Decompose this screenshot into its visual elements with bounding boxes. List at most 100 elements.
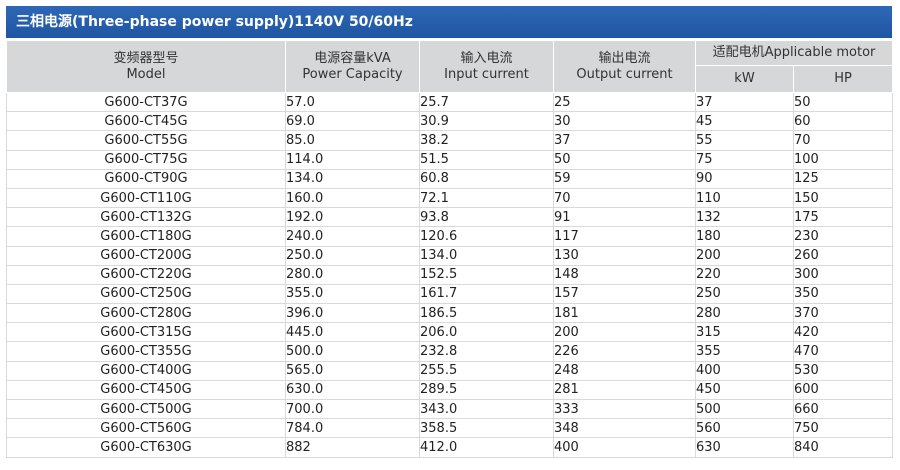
cell-model: G600-CT315G: [6, 322, 286, 343]
header-model-cn: 变频器型号: [113, 50, 179, 66]
cell-motor-hp: 750: [793, 418, 893, 439]
cell-model: G600-CT45G: [6, 111, 286, 132]
cell-motor-hp: 420: [793, 322, 893, 343]
cell-motor-kw: 90: [695, 169, 794, 189]
table-row: G600-CT500G 700.0 343.0 333 500 660: [6, 399, 893, 420]
header-input: 输入电流 Input current: [419, 40, 554, 93]
cell-output-current: 148: [553, 265, 696, 285]
cell-capacity: 240.0: [285, 226, 420, 247]
cell-capacity: 192.0: [285, 207, 420, 228]
cell-motor-hp: 70: [793, 130, 893, 151]
header-output: 输出电流 Output current: [553, 40, 696, 93]
cell-capacity: 57.0: [285, 92, 420, 113]
cell-capacity: 134.0: [285, 169, 420, 189]
table-row: G600-CT132G 192.0 93.8 91 132 175: [6, 207, 893, 228]
cell-model: G600-CT37G: [6, 92, 286, 113]
cell-motor-kw: 560: [695, 418, 794, 439]
cell-motor-hp: 230: [793, 226, 893, 247]
cell-input-current: 186.5: [419, 303, 554, 324]
cell-input-current: 412.0: [419, 437, 554, 458]
cell-motor-kw: 400: [695, 361, 794, 381]
cell-output-current: 181: [553, 303, 696, 324]
spec-sheet: 三相电源(Three-phase power supply)1140V 50/6…: [0, 0, 900, 470]
cell-model: G600-CT400G: [6, 361, 286, 381]
cell-output-current: 200: [553, 322, 696, 343]
cell-motor-kw: 315: [695, 322, 794, 343]
header-motor-group: 适配电机Applicable motor: [695, 40, 893, 66]
cell-motor-hp: 370: [793, 303, 893, 324]
cell-capacity: 280.0: [285, 265, 420, 285]
cell-output-current: 59: [553, 169, 696, 189]
cell-motor-kw: 75: [695, 150, 794, 170]
cell-motor-hp: 150: [793, 188, 893, 209]
table-row: G600-CT250G 355.0 161.7 157 250 350: [6, 284, 893, 305]
cell-model: G600-CT220G: [6, 265, 286, 285]
cell-motor-kw: 55: [695, 130, 794, 151]
spec-table: 变频器型号 Model 电源容量kVA Power Capacity 输入电流 …: [6, 40, 893, 458]
cell-motor-hp: 260: [793, 246, 893, 266]
cell-input-current: 93.8: [419, 207, 554, 228]
cell-model: G600-CT355G: [6, 341, 286, 362]
cell-motor-hp: 530: [793, 361, 893, 381]
cell-output-current: 70: [553, 188, 696, 209]
header-capacity: 电源容量kVA Power Capacity: [285, 40, 420, 93]
table-row: G600-CT630G 882 412.0 400 630 840: [6, 437, 893, 458]
cell-output-current: 91: [553, 207, 696, 228]
cell-motor-kw: 355: [695, 341, 794, 362]
cell-motor-kw: 180: [695, 226, 794, 247]
cell-capacity: 69.0: [285, 111, 420, 132]
cell-model: G600-CT250G: [6, 284, 286, 305]
cell-output-current: 348: [553, 418, 696, 439]
cell-motor-hp: 100: [793, 150, 893, 170]
cell-motor-kw: 132: [695, 207, 794, 228]
table-row: G600-CT55G 85.0 38.2 37 55 70: [6, 130, 893, 151]
cell-motor-kw: 450: [695, 380, 794, 401]
cell-input-current: 72.1: [419, 188, 554, 209]
table-title: 三相电源(Three-phase power supply)1140V 50/6…: [6, 6, 892, 38]
table-row: G600-CT180G 240.0 120.6 117 180 230: [6, 226, 893, 247]
header-input-cn: 输入电流: [460, 50, 513, 66]
cell-output-current: 50: [553, 150, 696, 170]
cell-output-current: 400: [553, 437, 696, 458]
table-row: G600-CT90G 134.0 60.8 59 90 125: [6, 169, 893, 189]
cell-motor-hp: 660: [793, 399, 893, 420]
header-output-en: Output current: [576, 66, 673, 82]
cell-input-current: 343.0: [419, 399, 554, 420]
table-header: 变频器型号 Model 电源容量kVA Power Capacity 输入电流 …: [6, 40, 893, 93]
cell-model: G600-CT110G: [6, 188, 286, 209]
cell-output-current: 25: [553, 92, 696, 113]
header-hp: HP: [793, 65, 893, 93]
cell-output-current: 333: [553, 399, 696, 420]
cell-output-current: 226: [553, 341, 696, 362]
header-input-en: Input current: [444, 66, 529, 82]
cell-capacity: 355.0: [285, 284, 420, 305]
cell-capacity: 85.0: [285, 130, 420, 151]
cell-model: G600-CT200G: [6, 246, 286, 266]
cell-input-current: 51.5: [419, 150, 554, 170]
cell-motor-hp: 50: [793, 92, 893, 113]
cell-motor-kw: 37: [695, 92, 794, 113]
cell-motor-kw: 280: [695, 303, 794, 324]
cell-motor-hp: 175: [793, 207, 893, 228]
cell-motor-kw: 250: [695, 284, 794, 305]
cell-capacity: 700.0: [285, 399, 420, 420]
table-row: G600-CT45G 69.0 30.9 30 45 60: [6, 111, 893, 132]
header-capacity-cn: 电源容量kVA: [314, 50, 391, 66]
cell-model: G600-CT280G: [6, 303, 286, 324]
cell-input-current: 120.6: [419, 226, 554, 247]
cell-motor-hp: 600: [793, 380, 893, 401]
table-row: G600-CT450G 630.0 289.5 281 450 600: [6, 380, 893, 401]
cell-capacity: 114.0: [285, 150, 420, 170]
cell-input-current: 60.8: [419, 169, 554, 189]
cell-output-current: 248: [553, 361, 696, 381]
cell-input-current: 25.7: [419, 92, 554, 113]
cell-capacity: 500.0: [285, 341, 420, 362]
cell-motor-hp: 840: [793, 437, 893, 458]
cell-output-current: 117: [553, 226, 696, 247]
table-row: G600-CT110G 160.0 72.1 70 110 150: [6, 188, 893, 209]
header-capacity-en: Power Capacity: [302, 66, 403, 82]
cell-motor-kw: 110: [695, 188, 794, 209]
table-row: G600-CT355G 500.0 232.8 226 355 470: [6, 341, 893, 362]
header-model-en: Model: [126, 66, 166, 82]
cell-input-current: 255.5: [419, 361, 554, 381]
